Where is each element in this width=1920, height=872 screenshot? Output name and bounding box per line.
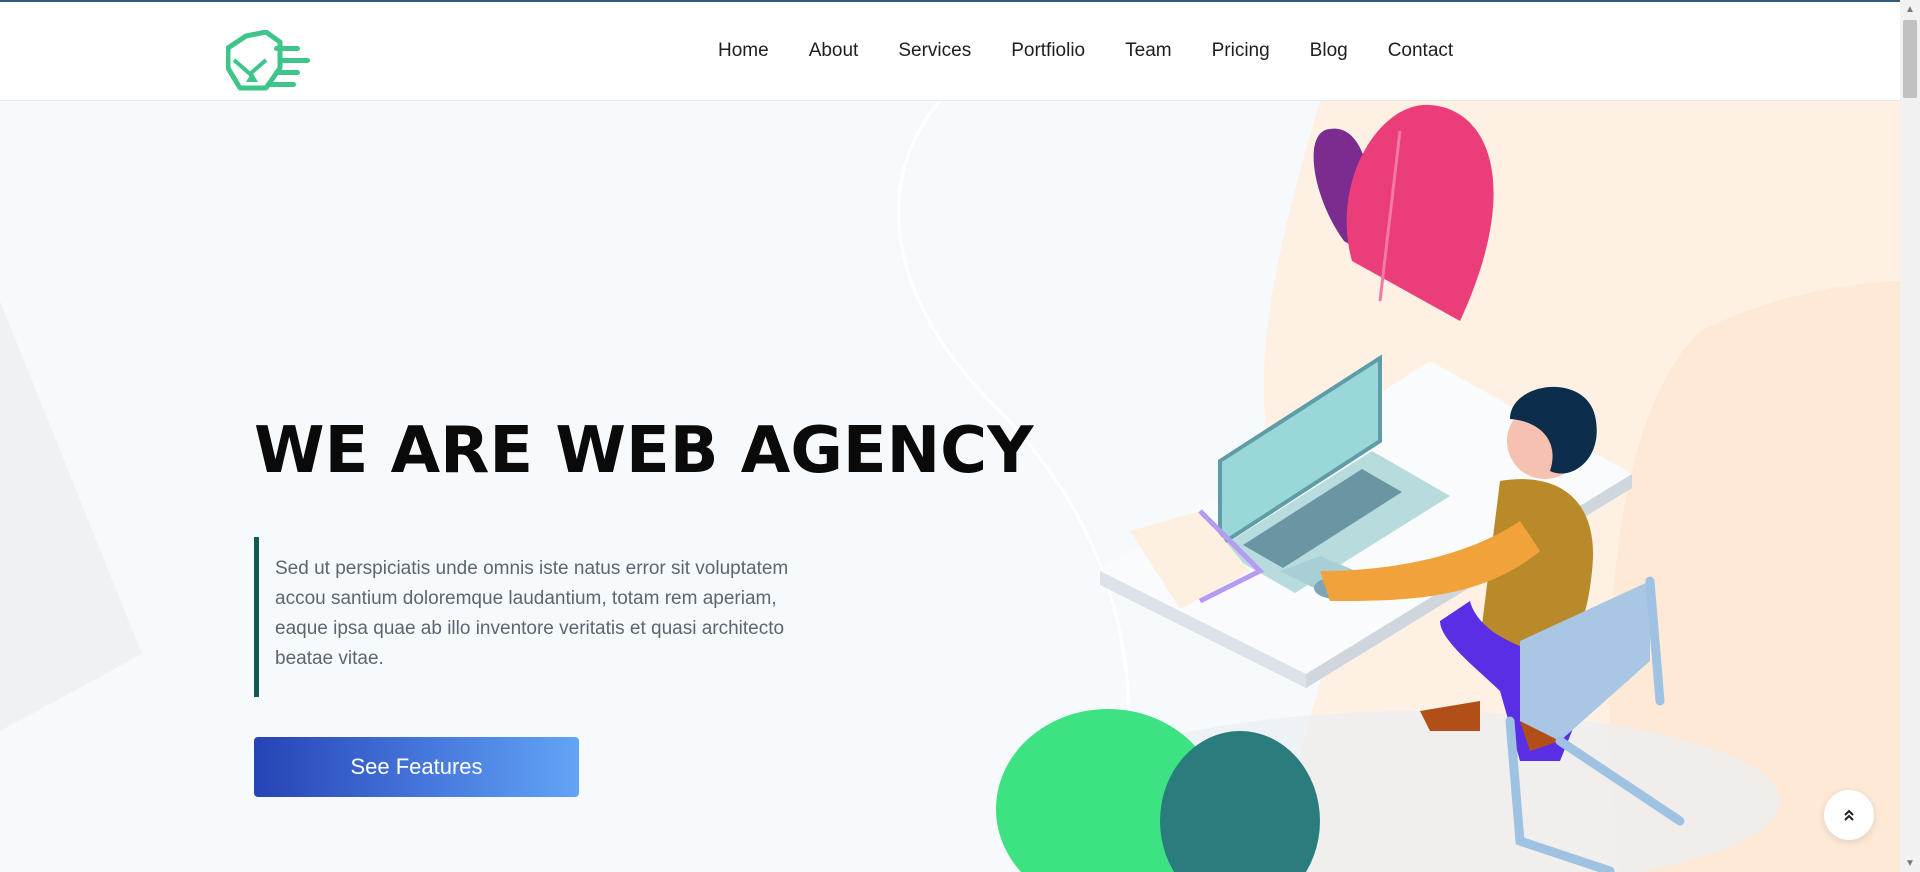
back-to-top-button[interactable] bbox=[1824, 790, 1874, 840]
scrollbar-thumb[interactable] bbox=[1903, 20, 1917, 98]
nav-blog[interactable]: Blog bbox=[1310, 39, 1348, 63]
cube-logo-icon bbox=[225, 29, 310, 91]
site-header: Home About Services Portfiolio Team Pric… bbox=[0, 2, 1900, 101]
nav-services[interactable]: Services bbox=[898, 39, 971, 63]
hero-title: WE ARE WEB AGENCY bbox=[254, 414, 1034, 488]
person-at-desk-illustration bbox=[996, 104, 1780, 872]
see-features-button[interactable]: See Features bbox=[254, 737, 579, 797]
hero-description-block: Sed ut perspiciatis unde omnis iste natu… bbox=[254, 537, 794, 697]
nav-portfolio[interactable]: Portfiolio bbox=[1011, 39, 1085, 63]
hero-section: WE ARE WEB AGENCY Sed ut perspiciatis un… bbox=[0, 101, 1900, 872]
site-logo[interactable] bbox=[225, 29, 312, 94]
main-nav: Home About Services Portfiolio Team Pric… bbox=[718, 2, 1453, 100]
hero-description: Sed ut perspiciatis unde omnis iste natu… bbox=[275, 558, 789, 669]
double-chevron-up-icon bbox=[1844, 809, 1854, 821]
nav-home[interactable]: Home bbox=[718, 39, 769, 63]
nav-pricing[interactable]: Pricing bbox=[1212, 39, 1270, 63]
nav-team[interactable]: Team bbox=[1125, 39, 1171, 63]
nav-contact[interactable]: Contact bbox=[1388, 39, 1453, 63]
nav-about[interactable]: About bbox=[809, 39, 859, 63]
scroll-up-arrow-icon[interactable]: ▲ bbox=[1900, 2, 1920, 18]
page-scrollbar[interactable]: ▲ ▼ bbox=[1900, 0, 1920, 872]
scroll-down-arrow-icon[interactable]: ▼ bbox=[1900, 856, 1920, 872]
